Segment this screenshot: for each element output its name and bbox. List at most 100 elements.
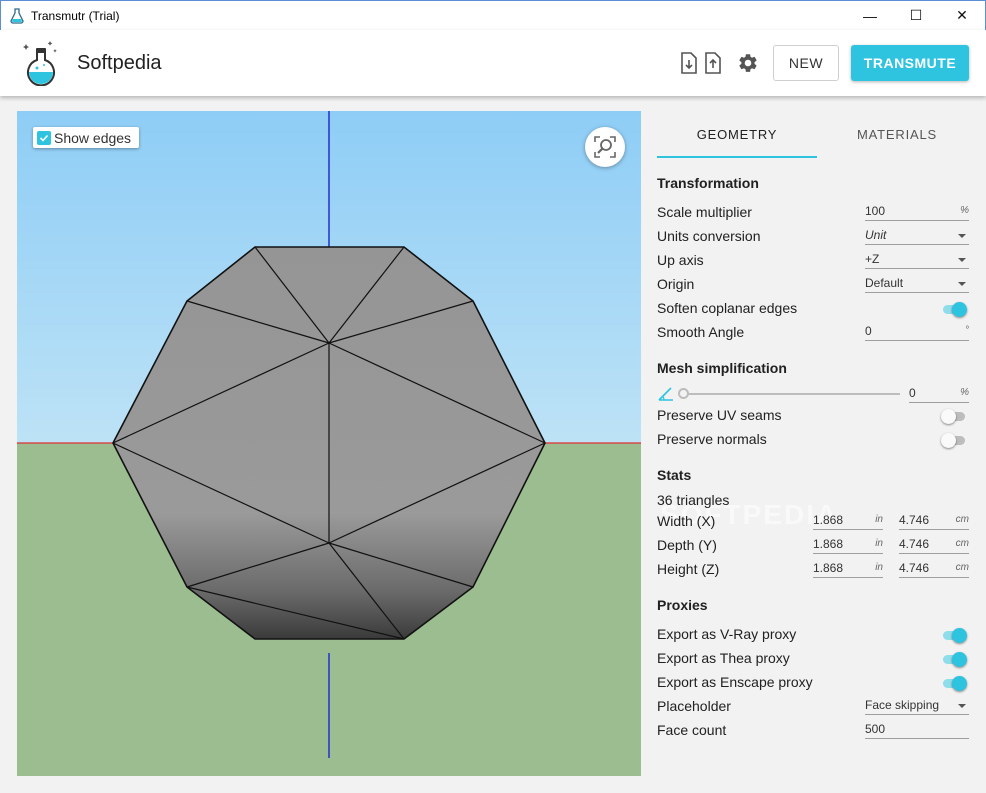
minimize-button[interactable]: — [847,1,893,30]
depth-in-value: 1.868 [813,537,844,551]
simplification-value-input[interactable]: 0 % [909,386,969,403]
gear-icon [739,54,757,72]
units-conversion-select[interactable]: Unit [865,228,969,245]
scale-multiplier-label: Scale multiplier [657,204,752,220]
window-titlebar: Transmutr (Trial) — ☐ ✕ [0,0,986,30]
enscape-proxy-toggle[interactable] [941,675,967,691]
height-in-value: 1.868 [813,561,844,575]
thea-proxy-toggle[interactable] [941,651,967,667]
dropdown-arrow-icon [958,704,966,708]
scale-multiplier-value: 100 [865,204,886,218]
maximize-button[interactable]: ☐ [893,1,939,30]
close-button[interactable]: ✕ [939,1,985,30]
mesh-simplification-slider[interactable]: 0 % [657,385,969,403]
smooth-angle-value: 0 [865,324,872,338]
show-edges-checkbox[interactable]: Show edges [33,127,140,148]
preserve-normals-toggle[interactable] [941,432,967,448]
slider-track [683,393,900,395]
height-in-field: 1.868 in [813,561,883,578]
cm-unit: cm [955,514,969,525]
smooth-angle-label: Smooth Angle [657,324,745,340]
origin-value: Default [865,276,904,290]
import-file-icon [681,52,697,74]
new-button[interactable]: NEW [773,45,839,81]
simplify-angle-icon [658,387,673,401]
dropdown-arrow-icon [958,234,966,238]
main-content: Show edges SOFTPEDIA GEOMETRY MATERIALS … [0,96,986,793]
width-label: Width (X) [657,513,716,529]
width-in-field: 1.868 in [813,513,883,530]
degree-unit: ° [965,325,969,336]
zoom-extents-icon [594,136,616,158]
width-in-value: 1.868 [813,513,844,527]
minimize-icon: — [863,7,877,24]
preserve-normals-label: Preserve normals [657,431,767,447]
viewport-scene [17,111,641,776]
mesh-simplification-heading: Mesh simplification [657,360,787,376]
show-edges-label: Show edges [54,129,132,146]
window-title: Transmutr (Trial) [31,9,120,23]
app-header: Softpedia NEW TRANSMUTE [0,30,986,96]
depth-cm-field: 4.746 cm [899,537,969,554]
triangle-count: 36 triangles [657,492,730,508]
tab-geometry[interactable]: GEOMETRY [657,118,817,158]
scale-unit: % [960,205,969,216]
slider-thumb[interactable] [678,388,689,399]
transmute-button[interactable]: TRANSMUTE [851,45,969,81]
height-cm-field: 4.746 cm [899,561,969,578]
face-count-input[interactable]: 500 [865,722,969,739]
preserve-uv-label: Preserve UV seams [657,407,782,423]
transmutr-logo-icon [23,41,57,86]
units-conversion-label: Units conversion [657,228,761,244]
placeholder-select[interactable]: Face skipping [865,698,969,715]
face-count-value: 500 [865,722,886,736]
scale-multiplier-input[interactable]: 100 % [865,204,969,221]
enscape-proxy-label: Export as Enscape proxy [657,674,813,690]
width-cm-value: 4.746 [899,513,930,527]
preserve-uv-toggle[interactable] [941,408,967,424]
units-conversion-value: Unit [865,228,887,242]
cm-unit: cm [955,562,969,573]
simplification-value: 0 [909,386,916,400]
depth-in-field: 1.868 in [813,537,883,554]
3d-viewport[interactable]: Show edges [17,111,641,776]
dropdown-arrow-icon [958,258,966,262]
soften-coplanar-label: Soften coplanar edges [657,300,798,316]
tab-materials[interactable]: MATERIALS [817,118,977,158]
percent-unit: % [960,387,969,398]
soften-coplanar-toggle[interactable] [941,301,967,317]
brand-name: Softpedia [77,52,162,74]
origin-select[interactable]: Default [865,276,969,293]
depth-cm-value: 4.746 [899,537,930,551]
height-label: Height (Z) [657,561,720,577]
transformation-heading: Transformation [657,175,759,191]
proxies-heading: Proxies [657,597,708,613]
inch-unit: in [875,514,883,525]
checkbox-checked-icon [37,130,51,145]
inch-unit: in [875,562,883,573]
export-file-button[interactable] [702,51,724,75]
placeholder-label: Placeholder [657,698,731,714]
inch-unit: in [875,538,883,549]
import-file-button[interactable] [678,51,700,75]
settings-button[interactable] [737,51,759,75]
width-cm-field: 4.746 cm [899,513,969,530]
properties-panel: GEOMETRY MATERIALS Transformation Scale … [641,96,986,793]
up-axis-label: Up axis [657,252,704,268]
thea-proxy-label: Export as Thea proxy [657,650,790,666]
dropdown-arrow-icon [958,282,966,286]
height-cm-value: 4.746 [899,561,930,575]
maximize-icon: ☐ [909,7,923,23]
origin-label: Origin [657,276,695,292]
face-count-label: Face count [657,722,727,738]
cm-unit: cm [955,538,969,549]
up-axis-value: +Z [865,252,880,266]
export-file-icon [705,52,721,74]
zoom-extents-button[interactable] [585,127,625,167]
close-icon: ✕ [956,7,968,23]
smooth-angle-input[interactable]: 0 ° [865,324,969,341]
vray-proxy-toggle[interactable] [941,627,967,643]
vray-proxy-label: Export as V-Ray proxy [657,626,797,642]
up-axis-select[interactable]: +Z [865,252,969,269]
app-flask-icon [10,8,24,24]
